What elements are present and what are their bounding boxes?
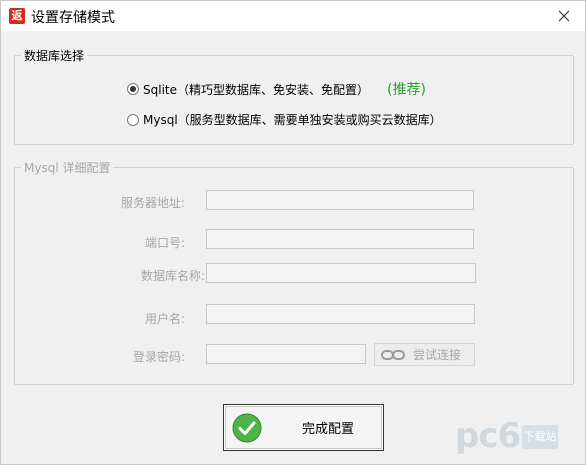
app-icon: 返	[9, 8, 25, 24]
window-title: 设置存储模式	[31, 10, 115, 26]
user-input[interactable]	[206, 304, 475, 324]
sqlite-label: Sqlite（精巧型数据库、免安装、免配置）	[143, 82, 369, 97]
title-bar: 返 设置存储模式	[1, 1, 585, 31]
watermark: pc6 下载站	[455, 416, 559, 456]
close-icon	[558, 10, 570, 22]
check-icon	[232, 413, 262, 442]
mysql-detail-legend: Mysql 详细配置	[24, 161, 111, 175]
dbname-label: 数据库名称:	[140, 269, 205, 283]
port-input[interactable]	[206, 229, 474, 249]
close-button[interactable]	[555, 7, 573, 25]
dbname-input[interactable]	[206, 263, 476, 283]
watermark-badge: 下载站	[522, 425, 559, 449]
db-select-legend: 数据库选择	[24, 49, 85, 63]
password-input[interactable]	[206, 344, 366, 364]
port-label: 端口号:	[144, 236, 185, 250]
mysql-label: Mysql（服务型数据库、需要单独安装或购买云数据库）	[143, 113, 442, 127]
sqlite-radio[interactable]	[127, 83, 139, 95]
settings-dialog: 返 设置存储模式 数据库选择 Sqlite（精巧型数据库、免安装、免配置） (推…	[0, 0, 586, 465]
test-connection-label: 尝试连接	[413, 348, 462, 362]
server-input[interactable]	[206, 190, 474, 210]
mysql-radio[interactable]	[127, 113, 139, 126]
sqlite-option[interactable]: Sqlite（精巧型数据库、免安装、免配置） (推荐)	[127, 79, 426, 99]
finish-config-label: 完成配置	[302, 422, 355, 437]
user-label: 用户名:	[144, 312, 185, 326]
watermark-logo: pc6	[455, 416, 521, 456]
password-label: 登录密码:	[132, 350, 185, 364]
finish-config-button[interactable]: 完成配置	[223, 404, 384, 451]
test-connection-button[interactable]: 尝试连接	[374, 343, 475, 366]
link-icon	[381, 349, 405, 360]
recommend-tag: (推荐)	[387, 82, 426, 98]
mysql-option[interactable]: Mysql（服务型数据库、需要单独安装或购买云数据库）	[127, 111, 442, 128]
server-label: 服务器地址:	[120, 196, 185, 210]
